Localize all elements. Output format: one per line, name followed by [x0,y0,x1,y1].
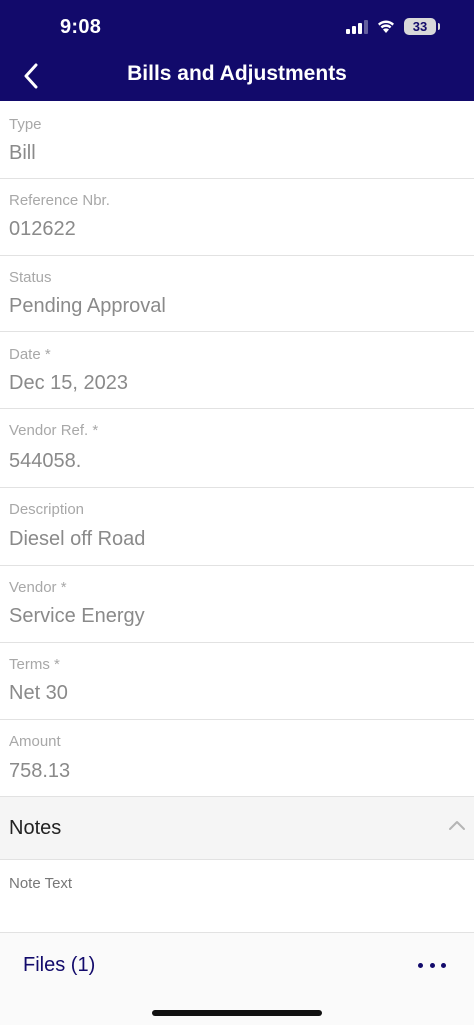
field-label: Type [9,116,42,133]
files-button[interactable]: Files (1) [23,954,95,977]
notes-title: Notes [9,817,62,839]
field-label: Amount [9,733,61,750]
field-label: Vendor * [9,579,67,596]
cellular-signal-icon [346,19,368,34]
field-value: Diesel off Road [9,528,146,550]
app-header: 9:08 33 Bills and Adjustments [0,0,474,101]
field-value: Net 30 [9,682,68,704]
field-label: Date * [9,346,51,363]
field-value: 758.13 [9,760,71,782]
field-label: Status [9,269,52,286]
field-description[interactable]: Description Diesel off Road [0,488,474,566]
home-indicator [152,1010,322,1016]
chevron-up-icon [449,821,465,830]
note-text-label[interactable]: Note Text [9,875,72,892]
field-value: Bill [9,142,36,164]
field-value: Service Energy [9,605,145,627]
notes-section-header[interactable]: Notes [0,797,474,860]
battery-icon: 33 [404,18,440,35]
page-title: Bills and Adjustments [127,62,347,85]
status-time: 9:08 [60,16,102,38]
status-icons: 33 [346,18,440,35]
field-label: Terms * [9,656,60,673]
field-value: 544058. [9,450,82,472]
field-vendor[interactable]: Vendor * Service Energy [0,566,474,643]
more-horizontal-icon [418,962,423,968]
field-status: Status Pending Approval [0,256,474,332]
field-value: Pending Approval [9,295,166,317]
field-vendor-ref[interactable]: Vendor Ref. * 544058. [0,409,474,488]
field-type: Type Bill [0,101,474,179]
field-date[interactable]: Date * Dec 15, 2023 [0,332,474,409]
wifi-icon [376,19,396,34]
battery-level: 33 [412,19,428,34]
field-terms[interactable]: Terms * Net 30 [0,643,474,720]
field-label: Reference Nbr. [9,192,110,209]
field-label: Vendor Ref. * [9,422,99,439]
field-value: 012622 [9,218,76,240]
field-label: Description [9,501,85,518]
field-value: Dec 15, 2023 [9,372,128,394]
field-reference-nbr: Reference Nbr. 012622 [0,179,474,256]
more-options-button[interactable] [418,955,446,975]
field-amount: Amount 758.13 [0,720,474,797]
